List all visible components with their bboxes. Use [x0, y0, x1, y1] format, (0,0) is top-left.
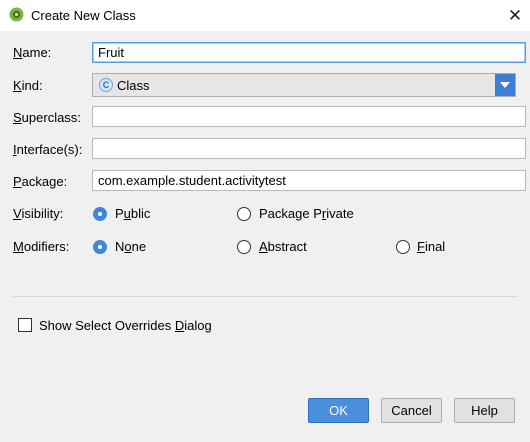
interfaces-input[interactable]	[92, 138, 526, 159]
modifier-abstract-radio[interactable]	[237, 240, 251, 254]
package-label: Package:	[13, 174, 68, 189]
show-overrides-checkbox[interactable]	[18, 318, 32, 332]
kind-selected-value: Class	[117, 78, 150, 93]
visibility-public-label[interactable]: Public	[115, 206, 150, 221]
modifier-final-radio[interactable]	[396, 240, 410, 254]
name-label: Name:	[13, 45, 52, 60]
window-title: Create New Class	[31, 8, 136, 23]
superclass-input[interactable]	[92, 106, 526, 127]
modifier-none-radio[interactable]	[93, 240, 107, 254]
close-icon[interactable]: ✕	[500, 0, 530, 31]
visibility-package-private-radio[interactable]	[237, 207, 251, 221]
name-input[interactable]	[92, 42, 526, 63]
visibility-label: Visibility:	[13, 206, 64, 221]
visibility-public-radio[interactable]	[93, 207, 107, 221]
help-button[interactable]: Help	[454, 398, 515, 423]
show-overrides-label[interactable]: Show Select Overrides Dialog	[39, 318, 212, 333]
separator	[13, 296, 517, 297]
modifiers-label: Modifiers:	[13, 239, 70, 254]
visibility-package-private-label[interactable]: Package Private	[259, 206, 354, 221]
modifier-abstract-label[interactable]: Abstract	[259, 239, 307, 254]
android-studio-icon	[9, 7, 24, 22]
modifier-final-label[interactable]: Final	[417, 239, 445, 254]
package-input[interactable]	[92, 170, 526, 191]
title-bar: Create New Class ✕	[0, 0, 530, 31]
kind-label: Kind:	[13, 78, 43, 93]
superclass-label: Superclass:	[13, 110, 81, 125]
interfaces-label: Interface(s):	[13, 142, 83, 157]
modifier-none-label[interactable]: None	[115, 239, 146, 254]
chevron-down-icon[interactable]	[495, 74, 515, 96]
ok-button[interactable]: OK	[308, 398, 369, 423]
cancel-button[interactable]: Cancel	[381, 398, 442, 423]
kind-dropdown[interactable]: C Class	[92, 73, 516, 97]
class-icon: C	[99, 78, 113, 92]
